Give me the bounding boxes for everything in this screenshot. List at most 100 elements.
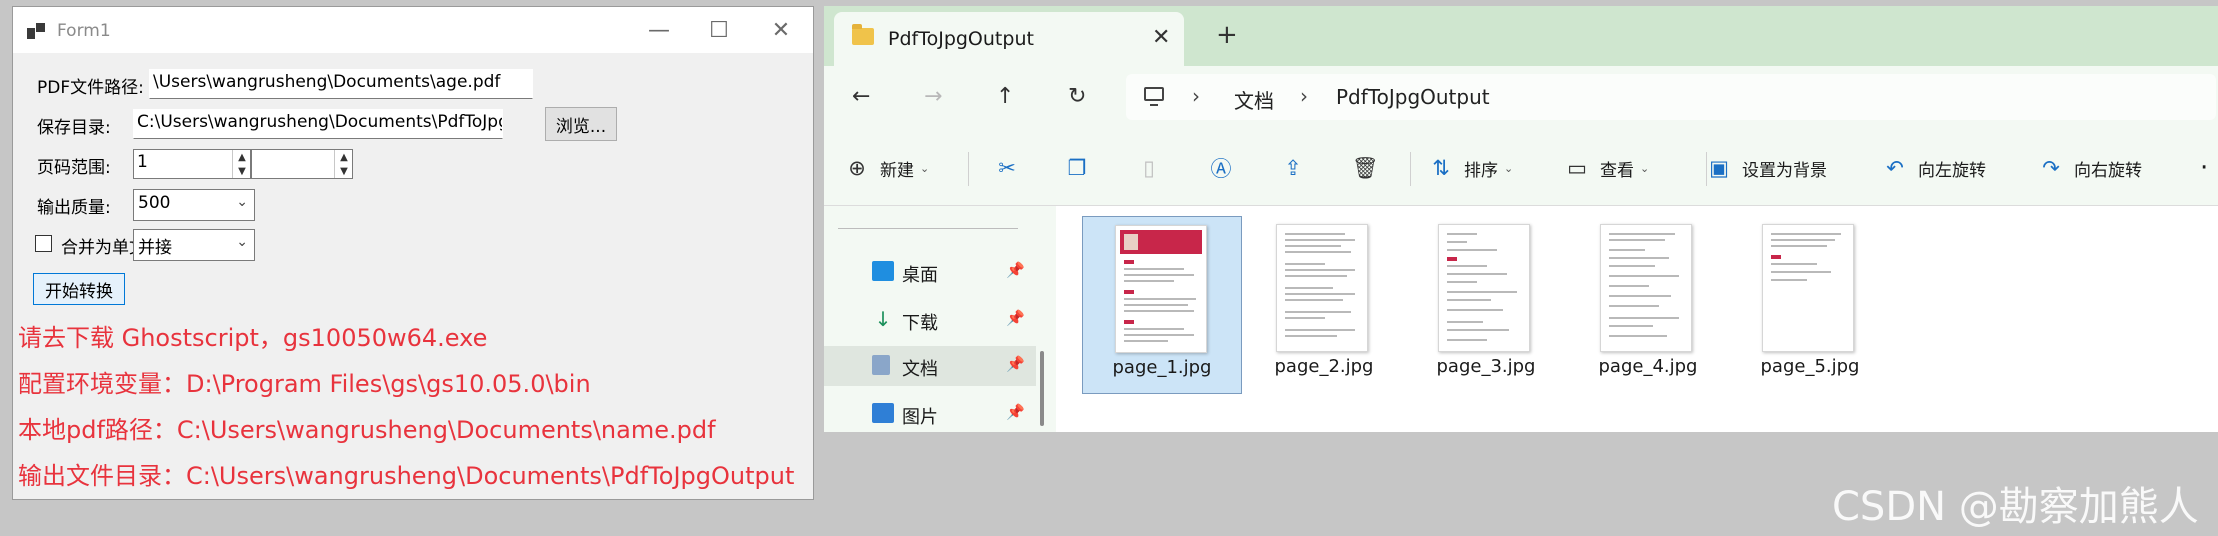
thumbnail-image <box>1438 224 1530 352</box>
divider <box>968 152 969 186</box>
sidebar-item-desktop[interactable]: 桌面 📌 <box>824 252 1036 292</box>
divider <box>1410 152 1411 186</box>
note-line: 请去下载 Ghostscript，gs10050w64.exe <box>18 324 488 352</box>
close-tab-icon[interactable]: ✕ <box>1152 25 1170 50</box>
maximize-button[interactable]: ☐ <box>689 13 749 47</box>
rotate-right-label: 向右旋转 <box>2074 160 2142 181</box>
sidebar-item-label: 下载 <box>902 313 938 334</box>
sidebar-scrollbar[interactable] <box>1040 351 1044 426</box>
divider <box>838 228 1018 229</box>
browse-button[interactable]: 浏览... <box>545 107 617 141</box>
trash-icon: 🗑 <box>1352 155 1379 180</box>
nav-bar: ← → ↑ ↻ › 文档 › PdfToJpgOutput <box>824 66 2218 130</box>
watermark: CSDN @勘察加熊人 <box>1832 484 2199 530</box>
quality-value: 500 <box>138 193 171 213</box>
file-item[interactable]: page_3.jpg <box>1406 216 1566 394</box>
merge-mode-select[interactable]: 并接 ⌄ <box>133 229 255 261</box>
breadcrumb-pdftojpgoutput[interactable]: PdfToJpgOutput <box>1336 85 1490 109</box>
page-from-stepper[interactable]: ▲ ▼ <box>232 150 251 178</box>
refresh-icon[interactable]: ↻ <box>1068 84 1086 109</box>
paste-button[interactable]: ▯ <box>1136 154 1172 182</box>
delete-button[interactable]: 🗑 <box>1352 154 1388 182</box>
spin-down-icon[interactable]: ▼ <box>335 164 353 178</box>
chevron-down-icon: ⌄ <box>1504 161 1514 175</box>
note-line: 输出文件目录：C:\Users\wangrusheng\Documents\Pd… <box>18 462 795 490</box>
plus-icon: ⊕ <box>848 156 866 180</box>
sidebar-item-documents[interactable]: 文档 📌 <box>824 346 1036 386</box>
spin-down-icon[interactable]: ▼ <box>233 164 251 178</box>
share-icon: ⇪ <box>1284 156 1302 180</box>
tab-strip: PdfToJpgOutput ✕ + <box>824 6 2218 66</box>
chevron-down-icon: ⌄ <box>236 234 248 250</box>
file-name: page_4.jpg <box>1598 356 1698 377</box>
file-item[interactable]: page_4.jpg <box>1568 216 1728 394</box>
pin-icon[interactable]: 📌 <box>1006 309 1025 327</box>
rotate-left-label: 向左旋转 <box>1918 160 1986 181</box>
set-background-button[interactable]: ▣ 设置为背景 <box>1706 154 1827 182</box>
rename-button[interactable]: Ⓐ <box>1208 154 1244 182</box>
file-item[interactable]: page_1.jpg <box>1082 216 1242 394</box>
tab-title: PdfToJpgOutput <box>888 28 1034 50</box>
sidebar-item-label: 图片 <box>902 407 938 428</box>
address-bar[interactable]: › 文档 › PdfToJpgOutput <box>1126 74 2216 120</box>
chevron-right-icon[interactable]: › <box>1300 84 1308 108</box>
new-button[interactable]: ⊕ 新建 ⌄ <box>844 154 929 182</box>
quality-select[interactable]: 500 ⌄ <box>133 189 255 221</box>
up-icon[interactable]: ↑ <box>996 84 1014 109</box>
merge-mode-value: 并接 <box>138 238 172 258</box>
forward-icon[interactable]: → <box>924 84 942 109</box>
form1-title-bar[interactable]: Form1 — ☐ ✕ <box>13 7 813 53</box>
sort-button[interactable]: ⇅ 排序 ⌄ <box>1428 154 1513 182</box>
view-icon: ▭ <box>1567 156 1587 180</box>
this-pc-icon[interactable] <box>1144 87 1164 106</box>
spin-up-icon[interactable]: ▲ <box>335 150 353 164</box>
note-line: 配置环境变量：D:\Program Files\gs\gs10.05.0\bin <box>18 370 591 398</box>
chevron-down-icon: ⌄ <box>1640 161 1650 175</box>
breadcrumb-documents[interactable]: 文档 <box>1234 85 1274 114</box>
sort-label: 排序 <box>1464 160 1498 181</box>
rotate-right-button[interactable]: ↷ 向右旋转 <box>2038 154 2142 182</box>
chevron-down-icon: ⌄ <box>236 194 248 210</box>
save-dir-input[interactable]: C:\Users\wangrusheng\Documents\PdfToJpgO… <box>133 109 503 139</box>
pin-icon[interactable]: 📌 <box>1006 403 1025 421</box>
form1-title: Form1 <box>57 21 111 41</box>
rotate-left-button[interactable]: ↶ 向左旋转 <box>1882 154 1986 182</box>
thumbnail-image <box>1115 225 1207 353</box>
chevron-right-icon[interactable]: › <box>1192 84 1200 108</box>
tab-pdftojpgoutput[interactable]: PdfToJpgOutput ✕ <box>834 12 1184 66</box>
sidebar-item-pictures[interactable]: 图片 📌 <box>824 394 1036 434</box>
page-to-stepper[interactable]: ▲ ▼ <box>334 150 353 178</box>
set-background-label: 设置为背景 <box>1742 160 1827 181</box>
save-dir-label: 保存目录: <box>37 118 111 138</box>
file-name: page_5.jpg <box>1760 356 1860 377</box>
merge-checkbox[interactable] <box>35 235 52 252</box>
rotate-left-icon: ↶ <box>1886 156 1904 180</box>
copy-button[interactable]: ❐ <box>1064 154 1100 182</box>
file-item[interactable]: page_5.jpg <box>1730 216 1890 394</box>
pin-icon[interactable]: 📌 <box>1006 261 1025 279</box>
sidebar-item-label: 桌面 <box>902 265 938 286</box>
sidebar-item-downloads[interactable]: ↓ 下载 📌 <box>824 300 1036 340</box>
back-icon[interactable]: ← <box>852 84 870 109</box>
desktop-icon <box>872 261 894 281</box>
close-button[interactable]: ✕ <box>751 13 811 47</box>
minimize-button[interactable]: — <box>629 13 689 47</box>
file-item[interactable]: page_2.jpg <box>1244 216 1404 394</box>
thumbnail-image <box>1600 224 1692 352</box>
thumbnail-image <box>1762 224 1854 352</box>
pdf-path-input[interactable]: \Users\wangrusheng\Documents\age.pdf <box>149 69 533 99</box>
pictures-icon <box>872 403 894 423</box>
more-button[interactable]: · <box>2200 153 2208 183</box>
sort-icon: ⇅ <box>1432 156 1450 180</box>
file-name: page_2.jpg <box>1274 356 1374 377</box>
new-tab-button[interactable]: + <box>1216 20 1238 50</box>
view-button[interactable]: ▭ 查看 ⌄ <box>1564 154 1649 182</box>
cut-button[interactable]: ✂ <box>994 154 1030 182</box>
share-button[interactable]: ⇪ <box>1280 154 1316 182</box>
sidebar-item-label: 文档 <box>902 359 938 380</box>
scissors-icon: ✂ <box>998 156 1016 180</box>
spin-up-icon[interactable]: ▲ <box>233 150 251 164</box>
pin-icon[interactable]: 📌 <box>1006 355 1025 373</box>
start-convert-button[interactable]: 开始转换 <box>33 273 125 305</box>
chevron-down-icon: ⌄ <box>920 161 930 175</box>
